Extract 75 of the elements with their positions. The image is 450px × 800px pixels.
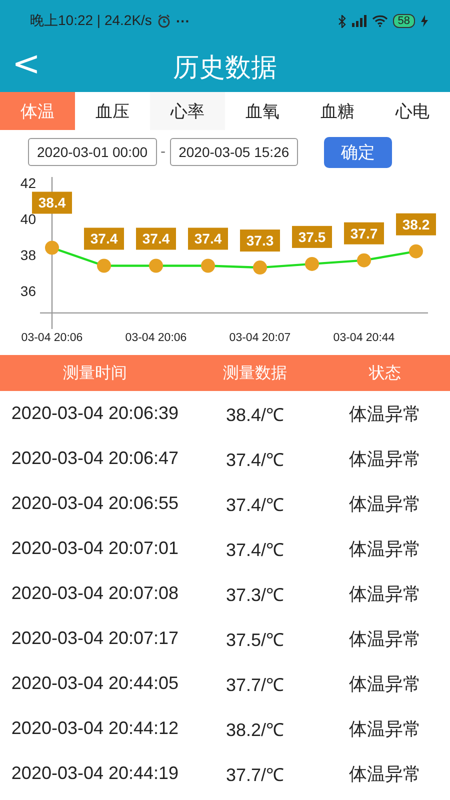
data-label: 37.4 <box>90 230 118 247</box>
value-label: 37.5 <box>292 226 332 248</box>
table-cell-text: 体温异常 <box>348 448 422 470</box>
column-header: 测量数据 <box>222 362 288 384</box>
table-cell-text: 2020-03-04 20:44:12 <box>10 718 180 739</box>
table-cell-text: 2020-03-04 20:07:17 <box>10 628 180 649</box>
alarm-icon <box>156 14 171 28</box>
value-label: 37.4 <box>136 228 176 250</box>
column-header: 测量时间 <box>62 362 128 384</box>
x-tick-label: 03-04 20:06 <box>125 332 187 344</box>
data-point <box>305 256 319 271</box>
table-cell-text: 体温异常 <box>348 538 422 560</box>
table-cell-text: 体温异常 <box>348 582 422 606</box>
page-title: 历史数据 <box>173 52 277 84</box>
table-cell-text: 37.3/℃ <box>224 584 286 606</box>
data-point <box>45 240 59 255</box>
value-label: 37.4 <box>188 228 228 250</box>
value-label: 37.7 <box>344 222 384 244</box>
data-label: 37.4 <box>194 230 222 247</box>
table-cell-text: 37.7/℃ <box>224 764 286 786</box>
value-label: 38.2 <box>396 213 436 236</box>
confirm-button[interactable]: 确定 <box>324 136 392 168</box>
data-point <box>149 258 163 273</box>
table-cell-text: 体温异常 <box>348 402 422 426</box>
table-cell-text: 37.5/℃ <box>224 628 286 650</box>
data-point <box>97 258 111 273</box>
data-point <box>201 258 215 273</box>
wifi-icon <box>372 15 388 27</box>
x-tick-label: 03-04 20:07 <box>229 332 291 344</box>
data-point <box>409 244 423 258</box>
data-label: 38.4 <box>38 194 66 211</box>
more-dots: ··· <box>176 13 190 29</box>
table-cell-text: 体温异常 <box>348 492 422 516</box>
bluetooth-icon <box>338 14 346 28</box>
data-point <box>253 260 267 275</box>
data-label: 37.7 <box>350 225 378 242</box>
table-cell-text: 37.4/℃ <box>224 494 286 516</box>
battery-indicator: 58 <box>392 14 415 28</box>
data-label: 37.4 <box>142 230 170 247</box>
x-tick-label: 03-04 20:44 <box>333 332 395 344</box>
signal-icon <box>350 15 367 27</box>
data-label: 38.2 <box>402 216 430 232</box>
table-cell-text: 体温异常 <box>348 628 422 650</box>
table-cell-text: 2020-03-04 20:44:05 <box>10 673 180 694</box>
column-header: 状态 <box>368 362 402 384</box>
date-separator: - <box>160 144 166 160</box>
data-label: 37.5 <box>298 228 326 245</box>
value-label: 37.4 <box>84 228 124 250</box>
y-tick-label: 36 <box>20 282 36 299</box>
value-label: 37.3 <box>240 230 280 252</box>
table-cell-text: 2020-03-04 20:06:47 <box>10 448 180 469</box>
charging-icon <box>420 15 430 27</box>
table-cell-text: 2020-03-04 20:07:08 <box>10 583 180 604</box>
table-cell-text: 37.7/℃ <box>224 674 286 696</box>
data-label: 37.3 <box>246 232 274 249</box>
x-tick-label: 03-04 20:06 <box>21 332 83 344</box>
table-cell-text: 体温异常 <box>348 672 422 696</box>
table-cell-text: 38.2/℃ <box>224 718 286 740</box>
table-cell-text: 2020-03-04 20:06:39 <box>10 403 180 424</box>
table-cell-text: 38.4/℃ <box>224 404 286 426</box>
y-tick-label: 42 <box>20 174 36 191</box>
end-date-field[interactable]: 2020-03-05 15:26 <box>170 138 298 166</box>
table-cell-text: 2020-03-04 20:07:01 <box>10 538 180 559</box>
table-cell-text: 37.4/℃ <box>224 448 286 470</box>
tab[interactable]: 心率 <box>150 92 225 130</box>
start-date-field[interactable]: 2020-03-01 00:00 <box>28 138 157 166</box>
value-label: 38.4 <box>32 192 72 214</box>
table-cell-text: 体温异常 <box>348 718 422 740</box>
table-cell-text: 2020-03-04 20:44:19 <box>10 763 180 784</box>
table-cell-text: 体温异常 <box>348 762 422 786</box>
table-cell-text: 37.4/℃ <box>224 538 286 560</box>
table-cell-text: 2020-03-04 20:06:55 <box>10 493 180 514</box>
status-time: 晚上10:22 | 24.2K/s <box>30 12 152 30</box>
data-point <box>357 253 371 268</box>
y-tick-label: 38 <box>20 246 36 263</box>
